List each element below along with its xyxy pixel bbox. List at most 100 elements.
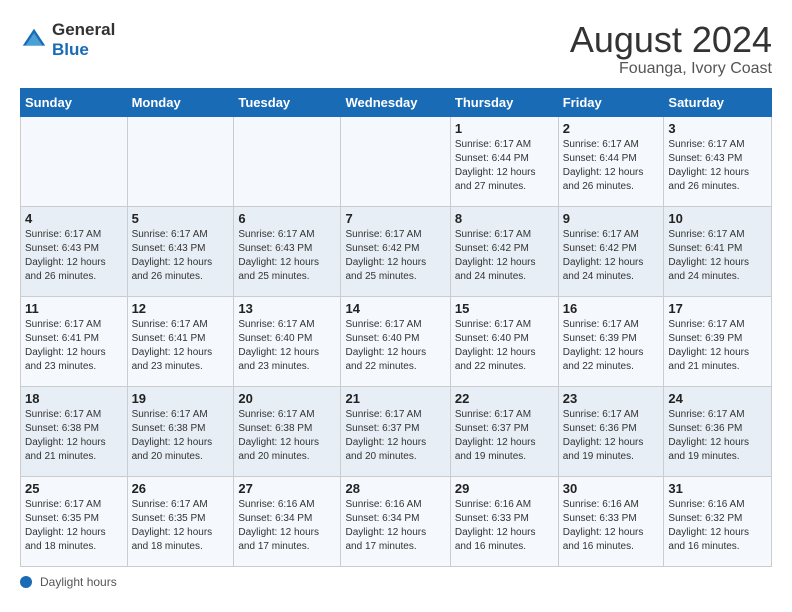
day-number: 17	[668, 301, 767, 316]
calendar-cell: 8 Sunrise: 6:17 AM Sunset: 6:42 PM Daylig…	[450, 206, 558, 296]
day-info: Sunrise: 6:17 AM Sunset: 6:42 PM Dayligh…	[345, 228, 445, 284]
logo-blue: Blue	[52, 40, 115, 60]
day-number: 24	[668, 391, 767, 406]
weekday-header-tuesday: Tuesday	[234, 88, 341, 116]
day-info: Sunrise: 6:17 AM Sunset: 6:40 PM Dayligh…	[345, 318, 445, 374]
weekday-header-saturday: Saturday	[664, 88, 772, 116]
calendar-cell: 17 Sunrise: 6:17 AM Sunset: 6:39 PM Dayli…	[664, 296, 772, 386]
calendar-cell: 19 Sunrise: 6:17 AM Sunset: 6:38 PM Dayli…	[127, 386, 234, 476]
calendar-cell: 30 Sunrise: 6:16 AM Sunset: 6:33 PM Dayli…	[558, 476, 664, 566]
calendar-cell	[341, 116, 450, 206]
day-info: Sunrise: 6:17 AM Sunset: 6:43 PM Dayligh…	[132, 228, 230, 284]
day-info: Sunrise: 6:17 AM Sunset: 6:42 PM Dayligh…	[455, 228, 554, 284]
calendar-cell: 24 Sunrise: 6:17 AM Sunset: 6:36 PM Dayli…	[664, 386, 772, 476]
day-info: Sunrise: 6:17 AM Sunset: 6:38 PM Dayligh…	[25, 408, 123, 464]
calendar-cell: 25Sunrise: 6:17 AM Sunset: 6:35 PM Dayli…	[21, 476, 128, 566]
day-number: 15	[455, 301, 554, 316]
title-block: August 2024 Fouanga, Ivory Coast	[570, 20, 772, 78]
weekday-header-thursday: Thursday	[450, 88, 558, 116]
day-info: Sunrise: 6:17 AM Sunset: 6:44 PM Dayligh…	[455, 138, 554, 194]
day-number: 11	[25, 301, 123, 316]
day-number: 27	[238, 481, 336, 496]
day-number: 12	[132, 301, 230, 316]
day-info: Sunrise: 6:16 AM Sunset: 6:32 PM Dayligh…	[668, 498, 767, 554]
day-number: 19	[132, 391, 230, 406]
calendar-cell: 5 Sunrise: 6:17 AM Sunset: 6:43 PM Daylig…	[127, 206, 234, 296]
calendar-cell: 16 Sunrise: 6:17 AM Sunset: 6:39 PM Dayli…	[558, 296, 664, 386]
footer: Daylight hours	[20, 575, 772, 589]
daylight-label: Daylight hours	[40, 575, 117, 589]
calendar-week-row: 25Sunrise: 6:17 AM Sunset: 6:35 PM Dayli…	[21, 476, 772, 566]
day-info: Sunrise: 6:17 AM Sunset: 6:41 PM Dayligh…	[668, 228, 767, 284]
day-number: 28	[345, 481, 445, 496]
day-number: 2	[563, 121, 660, 136]
day-number: 5	[132, 211, 230, 226]
day-number: 20	[238, 391, 336, 406]
day-info: Sunrise: 6:17 AM Sunset: 6:40 PM Dayligh…	[455, 318, 554, 374]
day-info: Sunrise: 6:16 AM Sunset: 6:33 PM Dayligh…	[563, 498, 660, 554]
day-info: Sunrise: 6:16 AM Sunset: 6:34 PM Dayligh…	[345, 498, 445, 554]
calendar-cell: 2 Sunrise: 6:17 AM Sunset: 6:44 PM Daylig…	[558, 116, 664, 206]
calendar-week-row: 1Sunrise: 6:17 AM Sunset: 6:44 PM Daylig…	[21, 116, 772, 206]
day-number: 3	[668, 121, 767, 136]
day-number: 16	[563, 301, 660, 316]
day-info: Sunrise: 6:17 AM Sunset: 6:38 PM Dayligh…	[132, 408, 230, 464]
day-info: Sunrise: 6:17 AM Sunset: 6:37 PM Dayligh…	[455, 408, 554, 464]
calendar-cell: 7 Sunrise: 6:17 AM Sunset: 6:42 PM Daylig…	[341, 206, 450, 296]
calendar-cell: 29 Sunrise: 6:16 AM Sunset: 6:33 PM Dayli…	[450, 476, 558, 566]
month-year-title: August 2024	[570, 20, 772, 60]
day-number: 30	[563, 481, 660, 496]
day-info: Sunrise: 6:16 AM Sunset: 6:33 PM Dayligh…	[455, 498, 554, 554]
calendar-cell: 6 Sunrise: 6:17 AM Sunset: 6:43 PM Daylig…	[234, 206, 341, 296]
calendar-cell: 10 Sunrise: 6:17 AM Sunset: 6:41 PM Dayli…	[664, 206, 772, 296]
day-number: 9	[563, 211, 660, 226]
calendar-cell: 21Sunrise: 6:17 AM Sunset: 6:37 PM Dayli…	[341, 386, 450, 476]
day-info: Sunrise: 6:17 AM Sunset: 6:44 PM Dayligh…	[563, 138, 660, 194]
calendar-cell: 27 Sunrise: 6:16 AM Sunset: 6:34 PM Dayli…	[234, 476, 341, 566]
day-info: Sunrise: 6:17 AM Sunset: 6:38 PM Dayligh…	[238, 408, 336, 464]
day-info: Sunrise: 6:17 AM Sunset: 6:40 PM Dayligh…	[238, 318, 336, 374]
day-number: 6	[238, 211, 336, 226]
day-number: 4	[25, 211, 123, 226]
logo: General Blue	[20, 20, 115, 61]
day-info: Sunrise: 6:17 AM Sunset: 6:37 PM Dayligh…	[345, 408, 445, 464]
day-info: Sunrise: 6:17 AM Sunset: 6:35 PM Dayligh…	[132, 498, 230, 554]
day-info: Sunrise: 6:17 AM Sunset: 6:43 PM Dayligh…	[668, 138, 767, 194]
day-number: 26	[132, 481, 230, 496]
logo-icon	[20, 26, 48, 54]
calendar-cell: 9 Sunrise: 6:17 AM Sunset: 6:42 PM Daylig…	[558, 206, 664, 296]
day-info: Sunrise: 6:17 AM Sunset: 6:39 PM Dayligh…	[668, 318, 767, 374]
calendar-cell: 23 Sunrise: 6:17 AM Sunset: 6:36 PM Dayli…	[558, 386, 664, 476]
day-info: Sunrise: 6:17 AM Sunset: 6:36 PM Dayligh…	[563, 408, 660, 464]
calendar-week-row: 4 Sunrise: 6:17 AM Sunset: 6:43 PM Daylig…	[21, 206, 772, 296]
calendar-cell: 31Sunrise: 6:16 AM Sunset: 6:32 PM Dayli…	[664, 476, 772, 566]
day-info: Sunrise: 6:17 AM Sunset: 6:39 PM Dayligh…	[563, 318, 660, 374]
day-info: Sunrise: 6:17 AM Sunset: 6:36 PM Dayligh…	[668, 408, 767, 464]
day-number: 29	[455, 481, 554, 496]
calendar-cell	[127, 116, 234, 206]
day-number: 23	[563, 391, 660, 406]
calendar-table: SundayMondayTuesdayWednesdayThursdayFrid…	[20, 88, 772, 567]
calendar-week-row: 11Sunrise: 6:17 AM Sunset: 6:41 PM Dayli…	[21, 296, 772, 386]
calendar-cell: 18 Sunrise: 6:17 AM Sunset: 6:38 PM Dayli…	[21, 386, 128, 476]
day-number: 7	[345, 211, 445, 226]
day-info: Sunrise: 6:17 AM Sunset: 6:35 PM Dayligh…	[25, 498, 123, 554]
calendar-cell: 13Sunrise: 6:17 AM Sunset: 6:40 PM Dayli…	[234, 296, 341, 386]
day-info: Sunrise: 6:17 AM Sunset: 6:42 PM Dayligh…	[563, 228, 660, 284]
day-number: 22	[455, 391, 554, 406]
calendar-cell: 11Sunrise: 6:17 AM Sunset: 6:41 PM Dayli…	[21, 296, 128, 386]
day-number: 14	[345, 301, 445, 316]
calendar-cell: 12Sunrise: 6:17 AM Sunset: 6:41 PM Dayli…	[127, 296, 234, 386]
calendar-cell: 4Sunrise: 6:17 AM Sunset: 6:43 PM Daylig…	[21, 206, 128, 296]
calendar-cell: 3 Sunrise: 6:17 AM Sunset: 6:43 PM Daylig…	[664, 116, 772, 206]
day-number: 8	[455, 211, 554, 226]
day-info: Sunrise: 6:16 AM Sunset: 6:34 PM Dayligh…	[238, 498, 336, 554]
calendar-cell	[234, 116, 341, 206]
day-number: 18	[25, 391, 123, 406]
day-info: Sunrise: 6:17 AM Sunset: 6:43 PM Dayligh…	[238, 228, 336, 284]
day-number: 10	[668, 211, 767, 226]
calendar-cell: 14 Sunrise: 6:17 AM Sunset: 6:40 PM Dayli…	[341, 296, 450, 386]
weekday-header-wednesday: Wednesday	[341, 88, 450, 116]
location-subtitle: Fouanga, Ivory Coast	[570, 60, 772, 78]
logo-general: General	[52, 20, 115, 40]
